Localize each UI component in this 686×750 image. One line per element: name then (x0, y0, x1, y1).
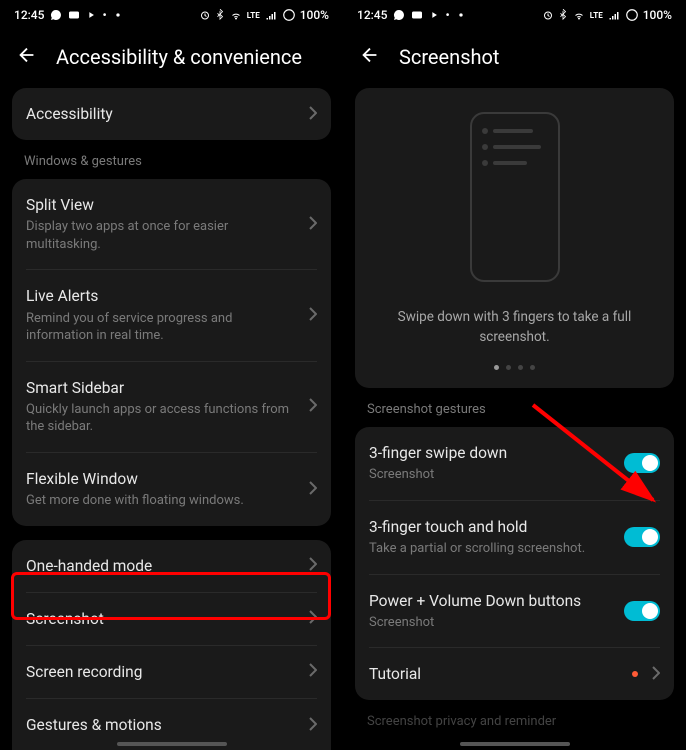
row-power-volume[interactable]: Power + Volume Down buttons Screenshot (355, 575, 674, 648)
gesture-handle[interactable] (117, 742, 227, 746)
row-sub: Remind you of service progress and infor… (26, 310, 301, 345)
bluetooth-icon (215, 9, 225, 21)
volte-icon: LTE (247, 11, 260, 20)
row-title: Gestures & motions (26, 715, 301, 735)
row-accessibility[interactable]: Accessibility (12, 88, 331, 140)
toggle-touch-hold[interactable] (624, 527, 660, 547)
status-dot: • (445, 8, 449, 22)
battery-icon (625, 8, 639, 22)
page-title: Accessibility & convenience (56, 45, 302, 69)
misc-icon (113, 10, 123, 20)
volte-icon: LTE (590, 11, 603, 20)
toggle-swipe-down[interactable] (624, 453, 660, 473)
row-tutorial[interactable]: Tutorial (355, 648, 674, 700)
row-sub: Display two apps at once for easier mult… (26, 218, 301, 253)
header: Screenshot (343, 30, 686, 88)
row-touch-hold[interactable]: 3-finger touch and hold Take a partial o… (355, 501, 674, 574)
illustration-card[interactable]: Swipe down with 3 fingers to take a full… (355, 88, 674, 388)
chevron-right-icon (309, 306, 317, 325)
page-title: Screenshot (399, 45, 499, 69)
phone-left: 12:45 • LTE 100% Accessibility & conveni… (0, 0, 343, 750)
status-dot: • (102, 8, 106, 22)
play-icon (429, 10, 439, 20)
section-label-privacy: Screenshot privacy and reminder (343, 700, 686, 739)
back-icon[interactable] (16, 44, 38, 70)
chevron-right-icon (309, 105, 317, 124)
youtube-icon (68, 9, 80, 21)
row-title: Accessibility (26, 104, 301, 124)
status-time: 12:45 (357, 8, 387, 22)
illustration-caption: Swipe down with 3 fingers to take a full… (373, 308, 656, 347)
chevron-right-icon (309, 215, 317, 234)
dot (518, 365, 523, 370)
section-windows: Split View Display two apps at once for … (12, 179, 331, 525)
misc-icon (456, 10, 466, 20)
battery-icon (282, 8, 296, 22)
section-label-windows: Windows & gestures (0, 140, 343, 179)
wifi-icon (572, 9, 586, 21)
chevron-right-icon (309, 397, 317, 416)
row-sub: Quickly launch apps or access functions … (26, 401, 301, 436)
row-title: Power + Volume Down buttons (369, 591, 616, 611)
alarm-icon (199, 9, 211, 21)
section-more: One-handed mode Screenshot Screen record… (12, 540, 331, 750)
row-title: Flexible Window (26, 469, 301, 489)
youtube-icon (411, 9, 423, 21)
alarm-icon (542, 9, 554, 21)
chevron-right-icon (309, 480, 317, 499)
statusbar: 12:45 • LTE 100% (0, 0, 343, 30)
row-screen-recording[interactable]: Screen recording (12, 646, 331, 698)
back-icon[interactable] (359, 44, 381, 70)
battery-text: 100% (300, 8, 329, 22)
row-title: 3-finger swipe down (369, 443, 616, 463)
notification-dot-icon (632, 671, 638, 677)
phone-illustration-icon (470, 112, 560, 282)
battery-text: 100% (643, 8, 672, 22)
section-accessibility: Accessibility (12, 88, 331, 140)
status-time: 12:45 (14, 8, 44, 22)
signal-icon (607, 9, 621, 21)
chevron-right-icon (309, 609, 317, 628)
gesture-handle[interactable] (460, 742, 570, 746)
wifi-icon (229, 9, 243, 21)
signal-icon (264, 9, 278, 21)
dot (530, 365, 535, 370)
bluetooth-icon (558, 9, 568, 21)
row-title: 3-finger touch and hold (369, 517, 616, 537)
statusbar: 12:45 • LTE 100% (343, 0, 686, 30)
row-sub: Get more done with floating windows. (26, 492, 301, 510)
chevron-right-icon (309, 556, 317, 575)
chevron-right-icon (652, 665, 660, 684)
dot-active (494, 365, 499, 370)
row-one-handed[interactable]: One-handed mode (12, 540, 331, 592)
header: Accessibility & convenience (0, 30, 343, 88)
row-title: Smart Sidebar (26, 378, 301, 398)
row-title: Tutorial (369, 664, 632, 684)
row-title: Split View (26, 195, 301, 215)
play-icon (86, 10, 96, 20)
row-sub: Take a partial or scrolling screenshot. (369, 540, 616, 558)
chevron-right-icon (309, 662, 317, 681)
row-title: One-handed mode (26, 556, 301, 576)
phone-right: 12:45 • LTE 100% Screenshot Swipe (343, 0, 686, 750)
row-sub: Screenshot (369, 466, 616, 484)
row-smart-sidebar[interactable]: Smart Sidebar Quickly launch apps or acc… (12, 362, 331, 452)
row-live-alerts[interactable]: Live Alerts Remind you of service progre… (12, 270, 331, 360)
whatsapp-icon (50, 9, 62, 21)
chevron-right-icon (309, 716, 317, 735)
row-swipe-down[interactable]: 3-finger swipe down Screenshot (355, 427, 674, 500)
row-title: Live Alerts (26, 286, 301, 306)
row-sub: Screenshot (369, 614, 616, 632)
whatsapp-icon (393, 9, 405, 21)
row-flexible-window[interactable]: Flexible Window Get more done with float… (12, 453, 331, 526)
section-label-gestures: Screenshot gestures (343, 388, 686, 427)
row-title: Screenshot (26, 609, 301, 629)
toggle-power-volume[interactable] (624, 601, 660, 621)
row-split-view[interactable]: Split View Display two apps at once for … (12, 179, 331, 269)
dot (506, 365, 511, 370)
section-gestures: 3-finger swipe down Screenshot 3-finger … (355, 427, 674, 700)
row-title: Screen recording (26, 662, 301, 682)
pager-dots (494, 365, 535, 370)
row-screenshot[interactable]: Screenshot (12, 593, 331, 645)
